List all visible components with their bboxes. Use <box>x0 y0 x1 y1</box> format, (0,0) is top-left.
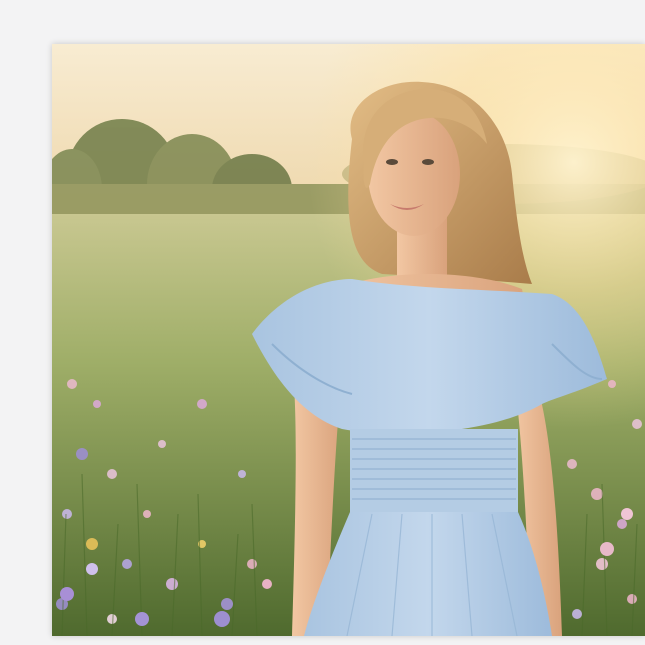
photo <box>52 44 645 636</box>
page <box>0 0 645 645</box>
meadow-portrait-image <box>52 44 645 636</box>
